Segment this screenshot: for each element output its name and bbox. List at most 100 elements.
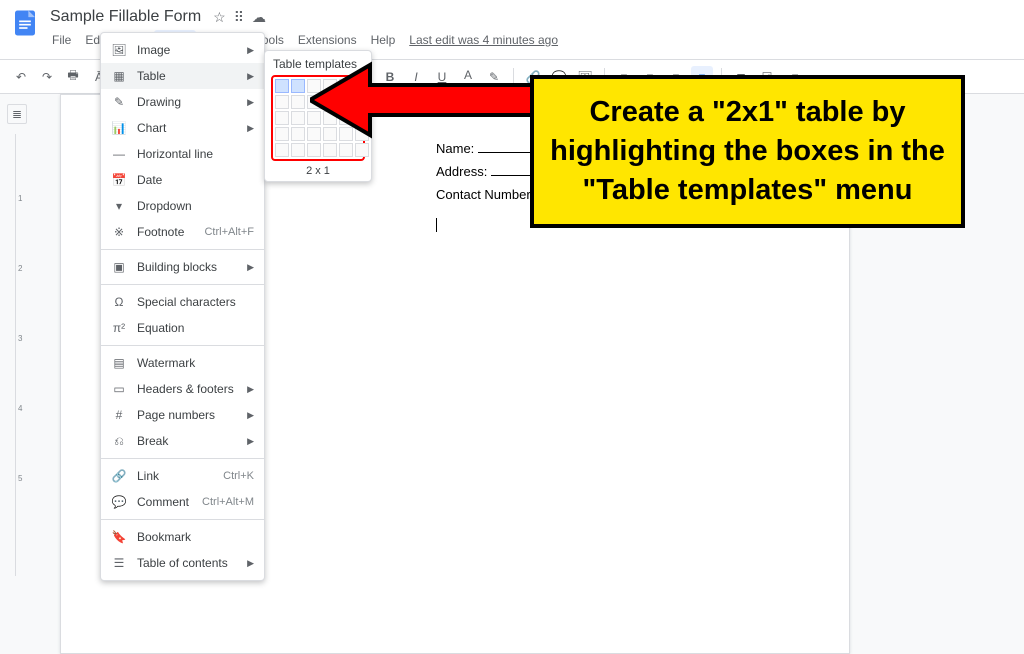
menu-item-label: Bookmark	[137, 530, 254, 544]
menu-item-dropdown[interactable]: ▾Dropdown	[101, 193, 264, 219]
highlight-button[interactable]: ✎	[483, 66, 505, 88]
menu-item-date[interactable]: 📅Date	[101, 167, 264, 193]
menu-help[interactable]: Help	[365, 30, 402, 50]
underline-button[interactable]: U	[431, 66, 453, 88]
menu-file[interactable]: File	[46, 30, 77, 50]
menu-item-drawing[interactable]: ✎Drawing▶	[101, 89, 264, 115]
table-grid-cell[interactable]	[275, 111, 289, 125]
table-grid-cell[interactable]	[339, 111, 353, 125]
table-submenu-title: Table templates	[271, 57, 365, 71]
image-icon: 🖼	[111, 42, 127, 58]
comment-icon: 💬	[111, 494, 127, 510]
menu-divider	[101, 249, 264, 250]
bold-button[interactable]: B	[379, 66, 401, 88]
menu-item-label: Special characters	[137, 295, 254, 309]
table-grid-cell[interactable]	[291, 95, 305, 109]
table-grid-cell[interactable]	[355, 95, 369, 109]
table-grid-cell[interactable]	[339, 95, 353, 109]
table-submenu: Table templates 2 x 1	[264, 50, 372, 182]
menu-item-page-numbers[interactable]: #Page numbers▶	[101, 402, 264, 428]
table-grid-cell[interactable]	[291, 143, 305, 157]
table-grid-cell[interactable]	[307, 127, 321, 141]
table-grid-cell[interactable]	[339, 127, 353, 141]
last-edit-link[interactable]: Last edit was 4 minutes ago	[409, 33, 558, 47]
menu-item-break[interactable]: ⎌Break▶	[101, 428, 264, 454]
footnote-icon: ※	[111, 224, 127, 240]
headers-icon: ▭	[111, 381, 127, 397]
menu-divider	[101, 345, 264, 346]
docs-logo-icon[interactable]	[10, 8, 40, 38]
table-grid-cell[interactable]	[275, 143, 289, 157]
menu-item-chart[interactable]: 📊Chart▶	[101, 115, 264, 141]
callout-box: Create a "2x1" table by highlighting the…	[530, 75, 965, 228]
star-icon[interactable]: ☆	[213, 9, 226, 26]
table-grid-cell[interactable]	[307, 111, 321, 125]
break-icon: ⎌	[111, 433, 127, 449]
table-grid-cell[interactable]	[355, 79, 369, 93]
table-grid-cell[interactable]	[339, 143, 353, 157]
cloud-icon[interactable]: ☁	[252, 9, 266, 26]
menu-item-footnote[interactable]: ※FootnoteCtrl+Alt+F	[101, 219, 264, 245]
menu-item-horizontal-line[interactable]: —Horizontal line	[101, 141, 264, 167]
table-grid-cell[interactable]	[307, 95, 321, 109]
redo-button[interactable]: ↷	[36, 66, 58, 88]
link-icon: 🔗	[111, 468, 127, 484]
table-grid-cell[interactable]	[291, 79, 305, 93]
table-grid-cell[interactable]	[323, 95, 337, 109]
menu-item-special-characters[interactable]: Ω Special characters	[101, 289, 264, 315]
chevron-right-icon: ▶	[247, 436, 254, 447]
pagenum-icon: #	[111, 407, 127, 423]
menu-item-headers-footers[interactable]: ▭ Headers & footers ▶	[101, 376, 264, 402]
table-grid-cell[interactable]	[355, 127, 369, 141]
menu-item-label: Page numbers	[137, 408, 237, 422]
italic-button[interactable]: I	[405, 66, 427, 88]
menu-item-link[interactable]: 🔗LinkCtrl+K	[101, 463, 264, 489]
menu-item-label: Date	[137, 173, 254, 187]
table-grid-cell[interactable]	[323, 111, 337, 125]
table-grid-cell[interactable]	[355, 143, 369, 157]
menu-item-image[interactable]: 🖼Image▶	[101, 37, 264, 63]
table-size-grid[interactable]	[275, 79, 361, 157]
menu-item-label: Horizontal line	[137, 147, 254, 161]
table-grid-cell[interactable]	[275, 79, 289, 93]
table-grid-cell[interactable]	[275, 95, 289, 109]
table-grid-highlight	[271, 75, 365, 161]
menu-divider	[101, 284, 264, 285]
document-title[interactable]: Sample Fillable Form	[46, 6, 205, 28]
chevron-right-icon: ▶	[247, 45, 254, 56]
field-label: Name:	[436, 141, 474, 156]
table-grid-cell[interactable]	[307, 79, 321, 93]
text-color-button[interactable]: A	[457, 66, 479, 88]
menu-item-label: Link	[137, 469, 213, 483]
table-grid-cell[interactable]	[291, 111, 305, 125]
menu-item-bookmark[interactable]: 🔖 Bookmark	[101, 524, 264, 550]
menu-item-comment[interactable]: 💬CommentCtrl+Alt+M	[101, 489, 264, 515]
table-size-label: 2 x 1	[271, 165, 365, 177]
menu-item-label: Chart	[137, 121, 237, 135]
table-grid-cell[interactable]	[323, 143, 337, 157]
table-grid-cell[interactable]	[355, 111, 369, 125]
menu-extensions[interactable]: Extensions	[292, 30, 363, 50]
menu-item-watermark[interactable]: ▤Watermark	[101, 350, 264, 376]
menu-item-equation[interactable]: π²Equation	[101, 315, 264, 341]
chevron-right-icon: ▶	[247, 384, 254, 395]
menu-item-table-of-contents[interactable]: ☰Table of contents▶	[101, 550, 264, 576]
table-grid-cell[interactable]	[275, 127, 289, 141]
table-grid-cell[interactable]	[339, 79, 353, 93]
menu-item-table[interactable]: ▦Table▶	[101, 63, 264, 89]
specialchars-icon: Ω	[111, 294, 127, 310]
menu-item-label: Headers & footers	[137, 382, 237, 396]
table-grid-cell[interactable]	[291, 127, 305, 141]
menu-item-label: Comment	[137, 495, 192, 509]
table-grid-cell[interactable]	[323, 79, 337, 93]
outline-icon[interactable]: ≣	[7, 104, 27, 124]
bookmark-icon: 🔖	[111, 529, 127, 545]
table-grid-cell[interactable]	[323, 127, 337, 141]
move-icon[interactable]: ⠿	[234, 9, 244, 26]
vertical-ruler: 12345	[15, 134, 30, 576]
insert-menu-dropdown: 🖼Image▶▦Table▶✎Drawing▶📊Chart▶—Horizonta…	[100, 32, 265, 581]
table-grid-cell[interactable]	[307, 143, 321, 157]
menu-item-building-blocks[interactable]: ▣Building blocks▶	[101, 254, 264, 280]
print-button[interactable]: 🖶	[62, 66, 84, 88]
undo-button[interactable]: ↶	[10, 66, 32, 88]
